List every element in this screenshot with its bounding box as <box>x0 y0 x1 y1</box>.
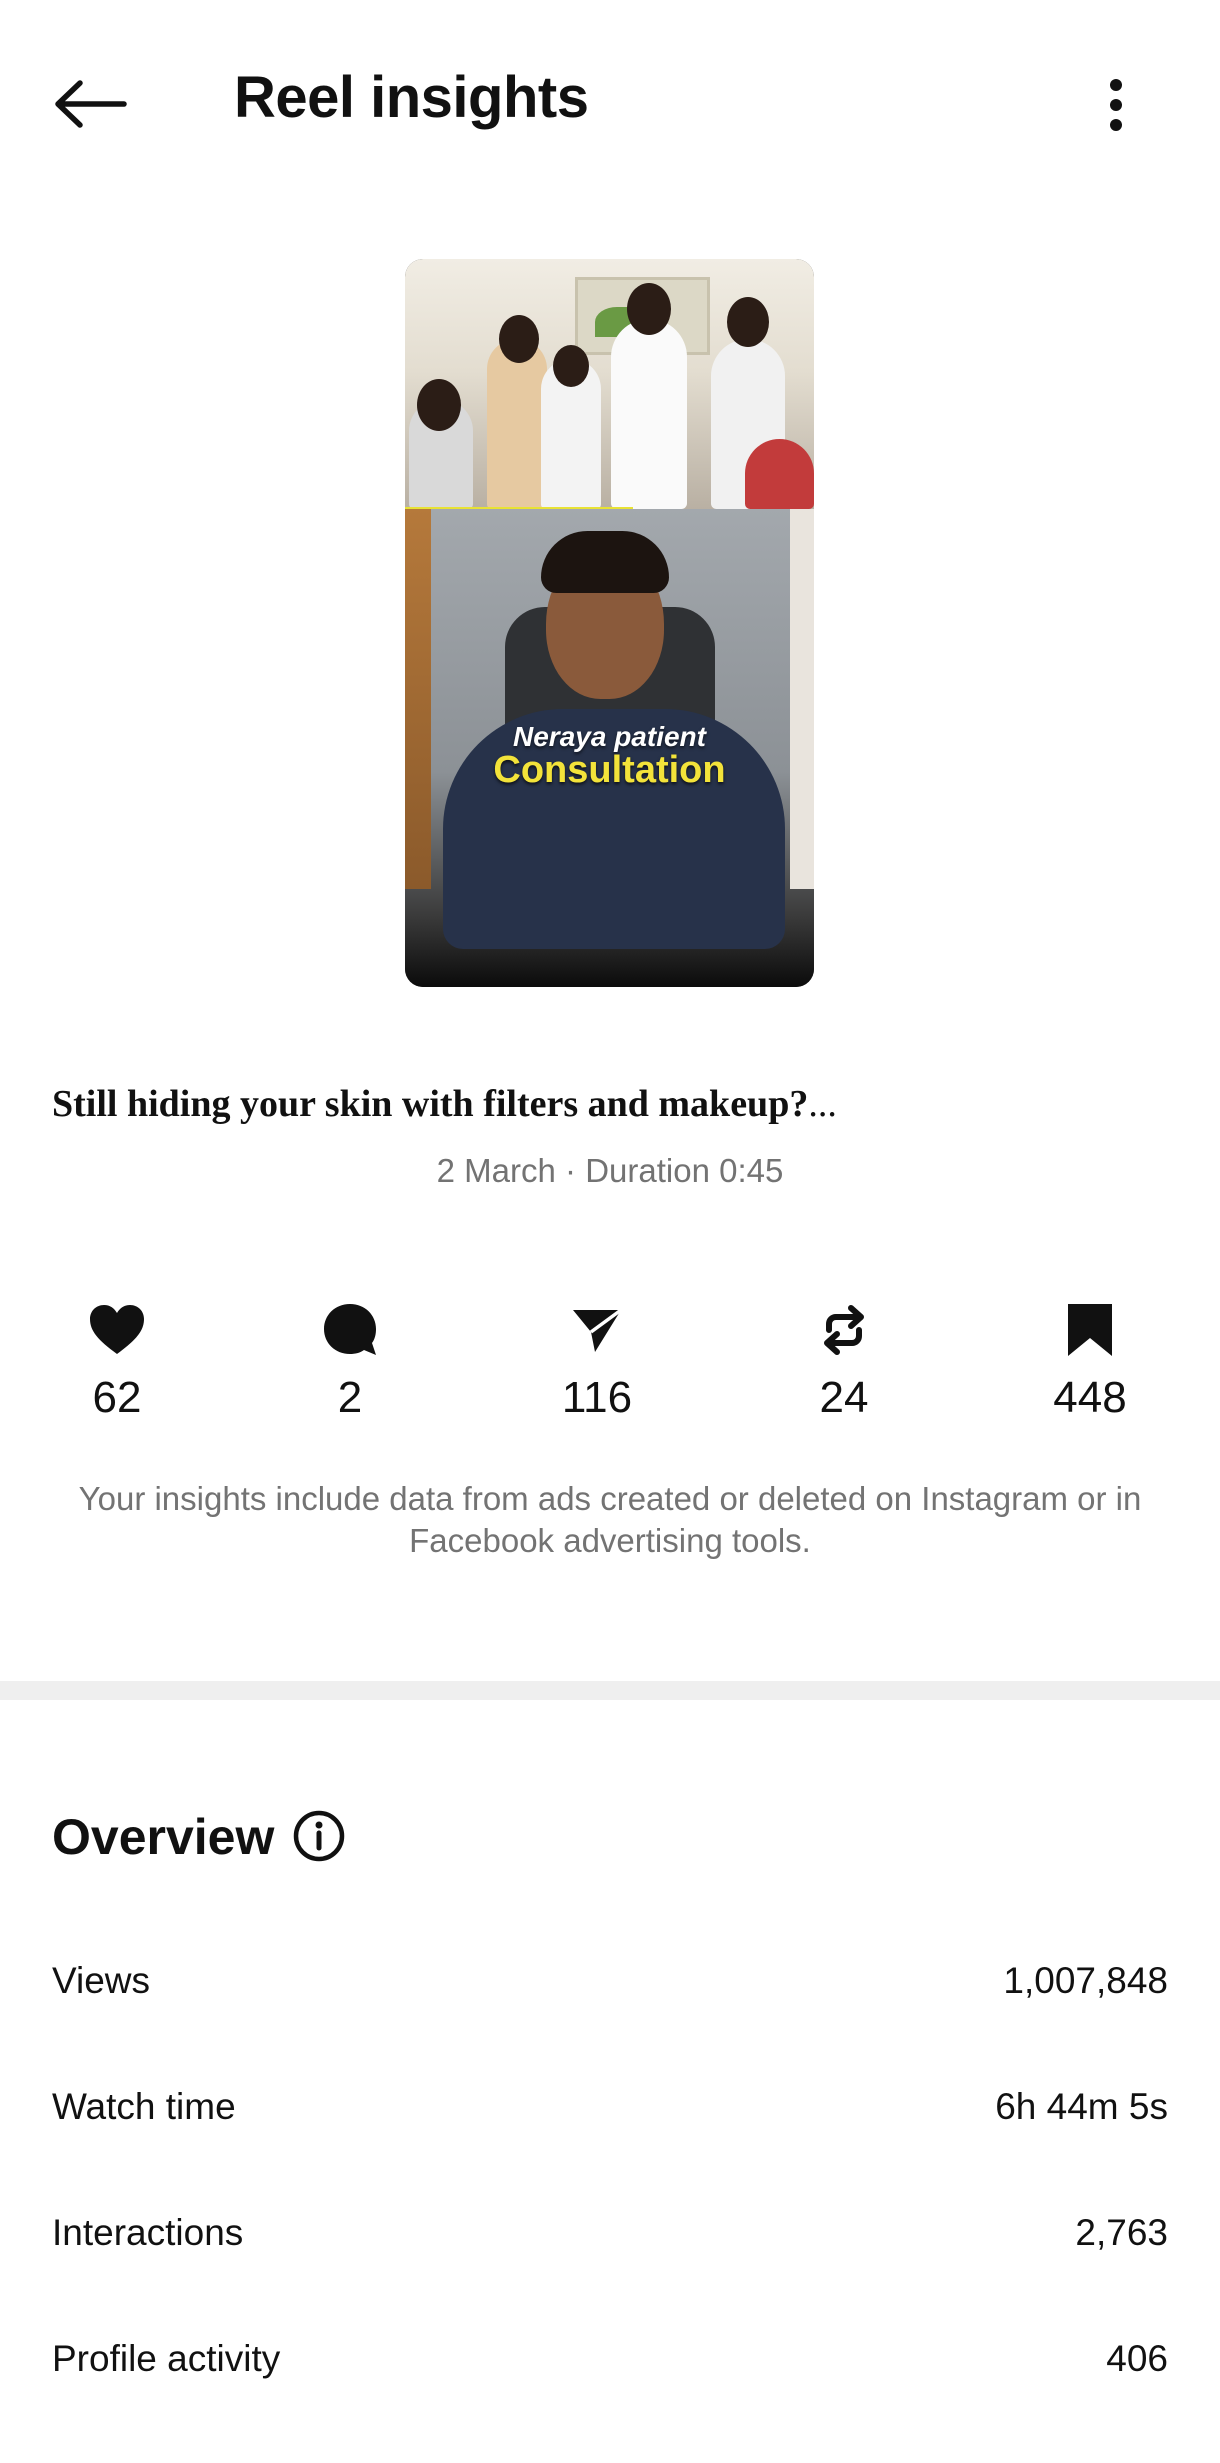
repost-icon <box>824 1305 864 1355</box>
likes-count: 62 <box>92 1373 142 1422</box>
row-value: 2,763 <box>1075 2212 1168 2253</box>
stat-shares: 116 <box>527 1295 667 1423</box>
reel-thumbnail[interactable]: Neraya patient Consultation <box>405 259 814 987</box>
thumbnail-clinic-scene <box>405 259 814 509</box>
app-header: Reel insights <box>0 0 1220 210</box>
row-label: Interactions <box>52 2212 244 2253</box>
post-meta: 2 March · Duration 0:45 <box>436 1152 784 1189</box>
stat-comments: 2 <box>280 1295 420 1423</box>
post-title-ellipsis: ... <box>808 1083 837 1125</box>
overview-row-views[interactable]: Views 1,007,848 <box>52 1951 1168 2011</box>
overview-row-profile-activity[interactable]: Profile activity 406 <box>52 2329 1168 2389</box>
row-label: Watch time <box>52 2086 236 2127</box>
info-icon <box>293 1810 345 1862</box>
post-title-text: Still hiding your skin with filters and … <box>52 1083 809 1125</box>
more-options-button[interactable] <box>1090 70 1142 140</box>
stat-reposts: 24 <box>774 1295 914 1423</box>
stat-likes: 62 <box>47 1295 187 1423</box>
row-value: 406 <box>1106 2338 1168 2379</box>
stat-saves: 448 <box>1020 1295 1160 1423</box>
arrow-left-icon <box>55 80 127 128</box>
insights-disclaimer: Your insights include data from ads crea… <box>78 1480 1142 1559</box>
overview-info-button[interactable] <box>292 1809 346 1863</box>
share-icon <box>573 1308 623 1352</box>
thumbnail-doctor-scene: Neraya patient Consultation <box>405 509 814 987</box>
row-value: 6h 44m 5s <box>995 2086 1168 2127</box>
saves-count: 448 <box>1053 1373 1127 1422</box>
thumbnail-caption-line2: Consultation <box>493 749 726 791</box>
section-divider <box>0 1681 1220 1700</box>
overview-row-interactions[interactable]: Interactions 2,763 <box>52 2203 1168 2263</box>
comments-count: 2 <box>337 1373 363 1422</box>
overview-row-watch-time[interactable]: Watch time 6h 44m 5s <box>52 2077 1168 2137</box>
overview-title: Overview <box>52 1809 275 1865</box>
page-title: Reel insights <box>234 65 589 130</box>
bookmark-icon <box>1068 1304 1112 1356</box>
comment-icon <box>324 1304 376 1355</box>
heart-icon <box>90 1305 144 1354</box>
reposts-count: 24 <box>819 1373 869 1422</box>
row-label: Views <box>52 1960 151 2001</box>
more-vertical-icon <box>1110 79 1122 131</box>
shares-count: 116 <box>561 1373 633 1422</box>
row-label: Profile activity <box>52 2338 281 2379</box>
row-value: 1,007,848 <box>1003 1960 1168 2001</box>
post-title: Still hiding your skin with filters and … <box>52 1082 837 1126</box>
back-button[interactable] <box>48 72 132 136</box>
engagement-stats: 62 2 116 24 448 <box>0 1295 1220 1435</box>
